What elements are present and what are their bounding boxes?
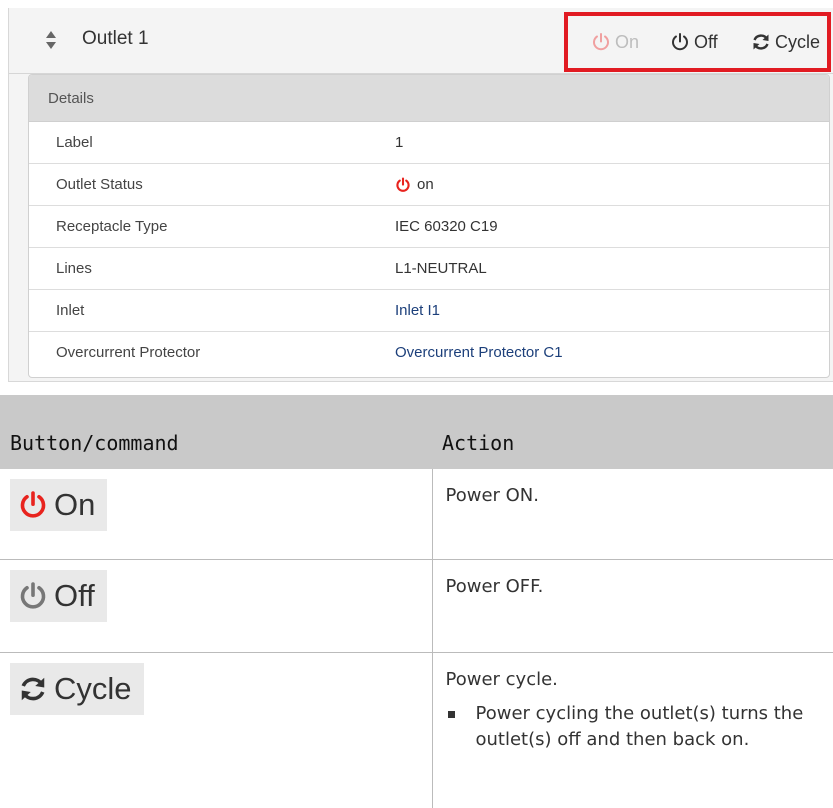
action-cell: Power OFF.	[431, 559, 833, 653]
power-cycle-label: Cycle	[775, 31, 821, 52]
details-row-receptacle-type: Receptacle Type IEC 60320 C19	[29, 206, 829, 248]
power-off-label: Off	[694, 31, 718, 52]
row-label: Overcurrent Protector	[56, 344, 201, 361]
on-command-label: On	[54, 487, 96, 522]
power-icon	[672, 33, 688, 51]
command-cell: Cycle	[0, 652, 433, 808]
outlet-title: Outlet 1	[82, 28, 149, 49]
power-icon	[396, 177, 410, 192]
outlet-status-value: on	[417, 176, 434, 193]
cycle-command-chip: Cycle	[10, 662, 144, 715]
row-value: L1-NEUTRAL	[395, 260, 487, 277]
table-row: On Power ON.	[0, 469, 833, 560]
cycle-icon	[21, 677, 45, 700]
sort-icon[interactable]	[45, 30, 57, 50]
command-cell: Off	[0, 559, 433, 653]
table-row: Off Power OFF.	[0, 559, 833, 653]
table-row: Cycle Power cycle. Power cycling the out…	[0, 652, 833, 808]
details-heading: Details	[29, 75, 829, 122]
action-text-main: Power cycle.	[445, 668, 558, 690]
cycle-command-label: Cycle	[54, 670, 132, 706]
off-command-label: Off	[54, 577, 95, 613]
column-header-command: Button/command	[0, 431, 432, 469]
off-command-chip: Off	[10, 569, 107, 622]
outlet-panel: Outlet 1 On Off Cycle Details Label 1 Ou…	[8, 8, 833, 382]
outlet-panel-header: Outlet 1 On Off Cycle	[9, 8, 833, 74]
table-top-band	[0, 395, 833, 431]
row-label: Lines	[56, 260, 92, 277]
row-value: IEC 60320 C19	[395, 218, 498, 235]
details-row-outlet-status: Outlet Status on	[29, 164, 829, 206]
action-bullet-list: Power cycling the outlet(s) turns the ou…	[446, 701, 823, 753]
column-header-action: Action	[432, 431, 833, 469]
action-text: Power ON.	[445, 485, 540, 506]
action-cell: Power cycle. Power cycling the outlet(s)…	[431, 652, 833, 808]
power-icon	[20, 581, 46, 609]
power-icon	[20, 491, 46, 518]
row-value: 1	[395, 134, 404, 151]
overcurrent-protector-link[interactable]: Overcurrent Protector C1	[395, 332, 563, 374]
power-icon	[593, 33, 609, 51]
on-command-chip: On	[10, 479, 108, 531]
row-label: Outlet Status	[56, 176, 143, 193]
row-label: Receptacle Type	[56, 218, 168, 235]
details-row-label: Label 1	[29, 122, 829, 164]
inlet-link[interactable]: Inlet I1	[395, 290, 440, 332]
command-cell: On	[0, 469, 433, 560]
power-on-label: On	[615, 31, 640, 52]
action-bullet: Power cycling the outlet(s) turns the ou…	[446, 701, 823, 753]
row-value: on	[395, 164, 434, 206]
power-cycle-button[interactable]: Cycle	[751, 30, 820, 54]
action-text: Power OFF.	[445, 575, 544, 597]
table-header-row: Button/command Action	[0, 431, 833, 469]
details-row-inlet: Inlet Inlet I1	[29, 290, 829, 332]
power-on-button[interactable]: On	[591, 30, 639, 54]
details-row-lines: Lines L1-NEUTRAL	[29, 248, 829, 290]
command-table: Button/command Action On Power ON. Off P…	[0, 431, 833, 808]
power-off-button[interactable]: Off	[670, 30, 718, 54]
details-row-overcurrent-protector: Overcurrent Protector Overcurrent Protec…	[29, 332, 829, 374]
action-cell: Power ON.	[431, 469, 833, 560]
row-label: Inlet	[56, 302, 85, 319]
action-text: Power cycle. Power cycling the outlet(s)…	[433, 653, 833, 753]
details-table: Details Label 1 Outlet Status on Recepta…	[28, 74, 830, 378]
row-label: Label	[56, 134, 93, 151]
cycle-icon	[753, 34, 769, 50]
